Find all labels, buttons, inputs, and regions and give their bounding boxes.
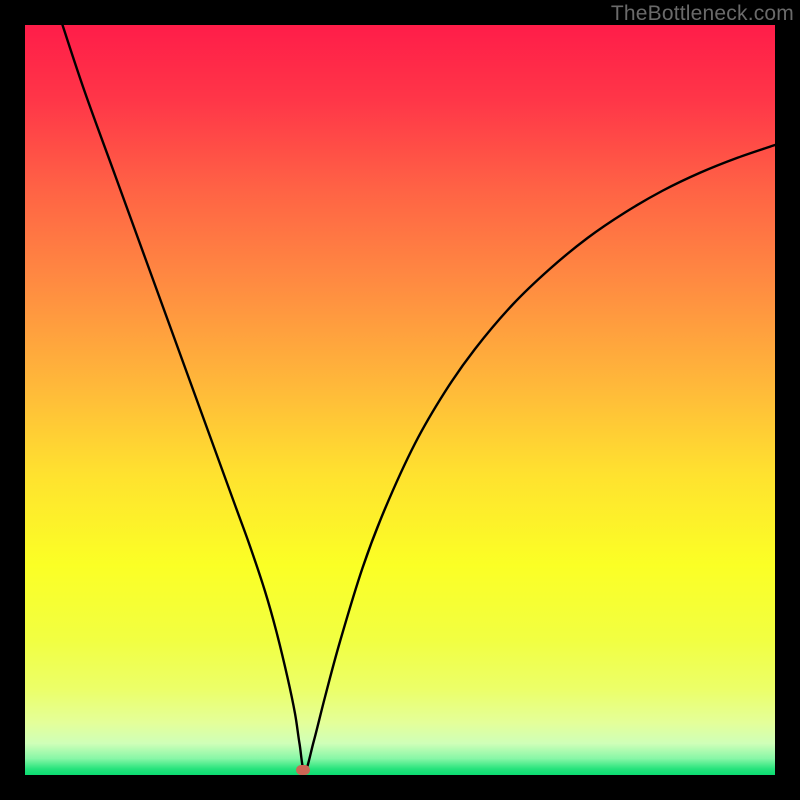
chart-frame: TheBottleneck.com	[0, 0, 800, 800]
plot-area	[25, 25, 775, 775]
bottleneck-curve	[25, 25, 775, 775]
optimal-point-marker	[296, 765, 310, 775]
watermark-text: TheBottleneck.com	[611, 2, 794, 26]
